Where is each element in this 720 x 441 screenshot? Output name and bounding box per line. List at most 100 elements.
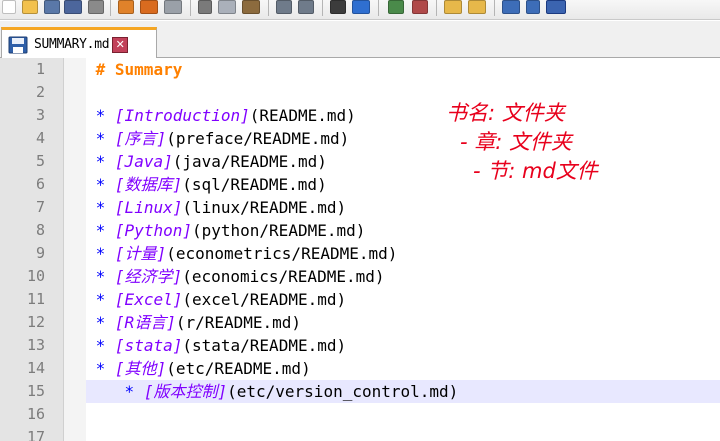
toolbar-separator bbox=[378, 0, 379, 16]
link-path: (r/README.md) bbox=[175, 313, 302, 332]
tab-bar: SUMMARY.md ✕ bbox=[0, 21, 720, 59]
link-text: [Introduction] bbox=[114, 106, 250, 125]
link-path: (stata/README.md) bbox=[182, 336, 347, 355]
line-number: 3 bbox=[35, 106, 45, 124]
open-folder-icon[interactable] bbox=[22, 0, 38, 14]
toolbar-separator bbox=[110, 0, 111, 16]
link-path: (python/README.md) bbox=[191, 221, 366, 240]
code-line[interactable]: * [序言](preface/README.md) bbox=[86, 127, 720, 150]
code-line[interactable]: * [经济学](economics/README.md) bbox=[86, 265, 720, 288]
code-line[interactable] bbox=[86, 403, 720, 426]
find-icon[interactable] bbox=[330, 0, 346, 14]
save-all-icon[interactable] bbox=[64, 0, 82, 14]
sync-horizontal-icon[interactable] bbox=[468, 0, 486, 14]
save-icon[interactable] bbox=[44, 0, 60, 14]
line-number: 8 bbox=[35, 221, 45, 239]
link-text: [经济学] bbox=[114, 267, 183, 286]
annotation-book: 书名: 文件夹 bbox=[446, 101, 565, 125]
line-number: 6 bbox=[35, 175, 45, 193]
tab-summary-md[interactable]: SUMMARY.md ✕ bbox=[1, 27, 157, 59]
link-text: [Linux] bbox=[114, 198, 183, 217]
list-bullet: * bbox=[95, 221, 106, 240]
code-line[interactable]: * [Excel](excel/README.md) bbox=[86, 288, 720, 311]
list-bullet: * bbox=[95, 336, 106, 355]
copy-icon[interactable] bbox=[218, 0, 236, 14]
link-path: (econometrics/README.md) bbox=[166, 244, 398, 263]
zoom-in-icon[interactable] bbox=[388, 0, 404, 14]
editor[interactable]: 1 2 3 4 5 6 7 8 9 10 11 12 13 14 15 16 1… bbox=[0, 58, 720, 441]
tab-label: SUMMARY.md bbox=[34, 37, 110, 52]
code-line[interactable]: * [计量](econometrics/README.md) bbox=[86, 242, 720, 265]
link-path: (README.md) bbox=[249, 106, 356, 125]
replace-icon[interactable] bbox=[352, 0, 370, 14]
link-text: [计量] bbox=[114, 244, 167, 263]
line-number: 1 bbox=[35, 60, 45, 78]
word-wrap-icon[interactable] bbox=[502, 0, 520, 14]
link-path: (etc/version_control.md) bbox=[227, 382, 459, 401]
annotation-chapter: - 章: 文件夹 bbox=[460, 130, 573, 154]
code-line[interactable]: * [Linux](linux/README.md) bbox=[86, 196, 720, 219]
link-text: [R语言] bbox=[114, 313, 176, 332]
toolbar-separator bbox=[268, 0, 269, 16]
code-line[interactable]: * [R语言](r/README.md) bbox=[86, 311, 720, 334]
code-line[interactable]: * [其他](etc/README.md) bbox=[86, 357, 720, 380]
current-code-line[interactable]: * [版本控制](etc/version_control.md) bbox=[86, 380, 720, 403]
toolbar bbox=[0, 0, 720, 20]
link-path: (linux/README.md) bbox=[182, 198, 347, 217]
sync-vertical-icon[interactable] bbox=[444, 0, 462, 14]
line-number: 13 bbox=[26, 336, 45, 354]
line-number: 12 bbox=[26, 313, 45, 331]
link-path: (etc/README.md) bbox=[166, 359, 311, 378]
close-icon[interactable]: ✕ bbox=[112, 36, 129, 53]
link-text: [stata] bbox=[114, 336, 183, 355]
link-text: [Python] bbox=[114, 221, 192, 240]
paste-icon[interactable] bbox=[242, 0, 260, 14]
link-text: [Java] bbox=[114, 152, 173, 171]
link-path: (sql/README.md) bbox=[182, 175, 327, 194]
close-file-icon[interactable] bbox=[88, 0, 104, 14]
redo-icon[interactable] bbox=[298, 0, 314, 14]
line-number: 2 bbox=[35, 83, 45, 101]
list-bullet: * bbox=[95, 129, 106, 148]
list-bullet: * bbox=[95, 244, 106, 263]
line-number: 15 bbox=[26, 382, 45, 400]
code-line[interactable] bbox=[86, 426, 720, 441]
link-text: [Excel] bbox=[114, 290, 183, 309]
line-number: 10 bbox=[26, 267, 45, 285]
cut-icon[interactable] bbox=[198, 0, 212, 14]
list-bullet: * bbox=[95, 359, 106, 378]
line-number: 5 bbox=[35, 152, 45, 170]
annotation-section: - 节: md文件 bbox=[473, 159, 598, 183]
markdown-heading: # Summary bbox=[95, 60, 183, 79]
list-bullet: * bbox=[95, 267, 106, 286]
new-file-icon[interactable] bbox=[2, 0, 16, 14]
code-line[interactable]: * [Java](java/README.md) bbox=[86, 150, 720, 173]
code-line[interactable]: * [数据库](sql/README.md) bbox=[86, 173, 720, 196]
link-text: [序言] bbox=[114, 129, 167, 148]
close-all-icon[interactable] bbox=[118, 0, 134, 14]
close-all-but-icon[interactable] bbox=[140, 0, 158, 14]
code-line[interactable]: * [stata](stata/README.md) bbox=[86, 334, 720, 357]
list-bullet: * bbox=[95, 313, 106, 332]
code-line[interactable] bbox=[86, 81, 720, 104]
line-number: 11 bbox=[26, 290, 45, 308]
code-line[interactable]: * [Python](python/README.md) bbox=[86, 219, 720, 242]
list-bullet: * bbox=[95, 106, 106, 125]
line-number: 17 bbox=[26, 428, 45, 441]
code-line[interactable]: * [Introduction](README.md) bbox=[86, 104, 720, 127]
list-bullet: * bbox=[95, 290, 106, 309]
indent-guide-icon[interactable] bbox=[546, 0, 566, 14]
link-text: [其他] bbox=[114, 359, 167, 378]
list-bullet: * bbox=[124, 382, 135, 401]
link-path: (excel/README.md) bbox=[182, 290, 347, 309]
code-line[interactable]: # Summary bbox=[86, 58, 720, 81]
show-all-chars-icon[interactable] bbox=[526, 0, 540, 14]
line-number: 9 bbox=[35, 244, 45, 262]
list-bullet: * bbox=[95, 152, 106, 171]
link-text: [版本控制] bbox=[143, 382, 228, 401]
fold-margin[interactable] bbox=[64, 58, 86, 441]
undo-icon[interactable] bbox=[276, 0, 292, 14]
print-icon[interactable] bbox=[164, 0, 182, 14]
zoom-out-icon[interactable] bbox=[412, 0, 428, 14]
link-text: [数据库] bbox=[114, 175, 183, 194]
